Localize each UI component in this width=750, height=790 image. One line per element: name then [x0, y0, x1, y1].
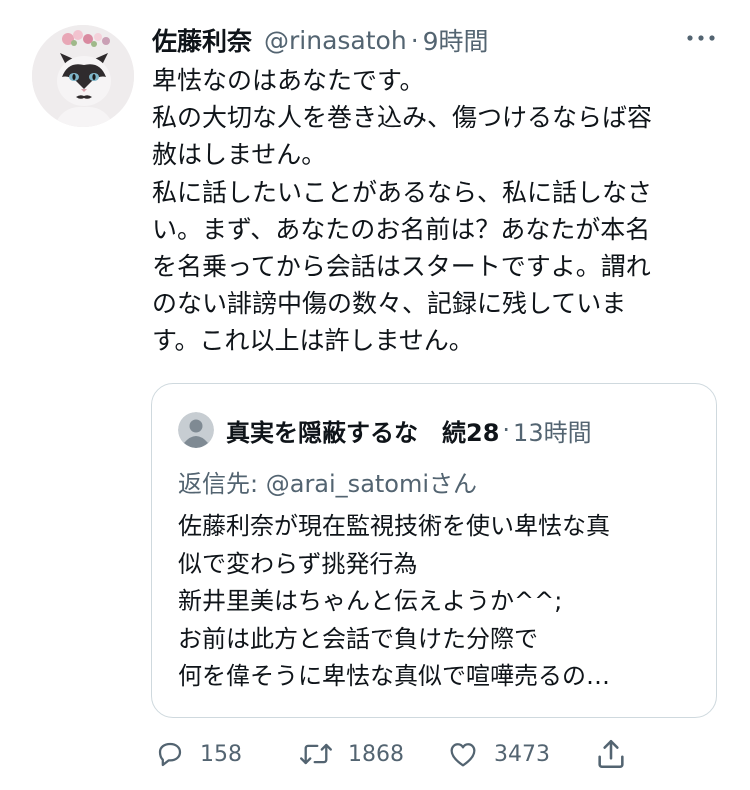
default-profile-icon: [178, 412, 214, 448]
reply-mention[interactable]: @arai_satomiさん: [266, 470, 477, 498]
quoted-tweet-header: 真実を隠蔽するな 続28 · 13時間: [178, 412, 592, 448]
author-handle[interactable]: @rinasatoh: [264, 26, 407, 55]
reply-icon: [158, 742, 182, 767]
retweet-count: 1868: [348, 741, 404, 767]
reply-prefix: 返信先:: [178, 470, 259, 498]
tweet-text-line: 卑怯なのはあなたです。: [152, 66, 425, 95]
quoted-text-line: 佐藤利奈が現在監視技術を使い卑怯な真: [178, 512, 610, 540]
author-name[interactable]: 佐藤利奈: [152, 22, 252, 58]
tweet-text-line: のない誹謗中傷の数々、記録に残していま: [152, 289, 627, 319]
separator-dot: ·: [502, 416, 511, 444]
reply-count: 158: [200, 741, 242, 767]
quoted-author-avatar[interactable]: [178, 412, 214, 448]
quoted-text-line: お前は此方と会話で負けた分際で: [178, 624, 538, 653]
quoted-author-name[interactable]: 真実を隠蔽するな 続28: [226, 413, 499, 448]
share-icon: [598, 739, 624, 769]
tweet-action-bar: 158 1868 3473: [0, 732, 750, 776]
tweet-timestamp[interactable]: 9時間: [423, 22, 489, 58]
like-button[interactable]: 3473: [446, 732, 550, 776]
retweet-button[interactable]: 1868: [298, 732, 404, 776]
tweet-text-line: 赦はしません。: [152, 140, 327, 170]
author-avatar[interactable]: [32, 25, 134, 127]
quoted-text-line: 何を偉そうに卑怯な真似で喧嘩売るの…: [178, 662, 610, 690]
tweet-text-line: を名乗ってから会話はスタートですよ。謂れ: [152, 252, 651, 282]
tweet-text: 卑怯なのはあなたです。 私の大切な人を巻き込み、傷つけるならば容 赦はしません。…: [152, 62, 727, 360]
tweet-text-line: 私の大切な人を巻き込み、傷つけるならば容: [152, 103, 653, 133]
reply-button[interactable]: 158: [154, 732, 242, 776]
cat-avatar-image: [32, 25, 134, 127]
quoted-tweet-timestamp[interactable]: 13時間: [513, 413, 592, 448]
tweet-text-line: す。これ以上は許しません。: [152, 326, 474, 356]
retweet-icon: [300, 743, 332, 765]
reply-context: 返信先: @arai_satomiさん: [178, 464, 477, 499]
quoted-text-line: 新井里美はちゃんと伝えようか^^;: [178, 587, 563, 615]
like-count: 3473: [494, 741, 550, 767]
quoted-tweet-text: 佐藤利奈が現在監視技術を使い卑怯な真 似で変わらず挑発行為 新井里美はちゃんと伝…: [178, 508, 610, 696]
ellipsis-icon: [687, 35, 715, 41]
quoted-tweet-card[interactable]: 真実を隠蔽するな 続28 · 13時間 返信先: @arai_satomiさん …: [151, 383, 717, 718]
tweet-text-line: い。まず、あなたのお名前は？あなたが本名: [152, 214, 651, 244]
tweet-text-line: 私に話したいことがあるなら、私に話しなさ: [152, 177, 653, 207]
more-options-button[interactable]: [684, 28, 718, 48]
separator-dot: ·: [410, 25, 419, 55]
share-button[interactable]: [594, 732, 628, 776]
tweet-header: 佐藤利奈 @rinasatoh · 9時間: [152, 20, 489, 60]
quoted-text-line: 似で変わらず挑発行為: [178, 549, 418, 578]
heart-icon: [450, 743, 476, 767]
